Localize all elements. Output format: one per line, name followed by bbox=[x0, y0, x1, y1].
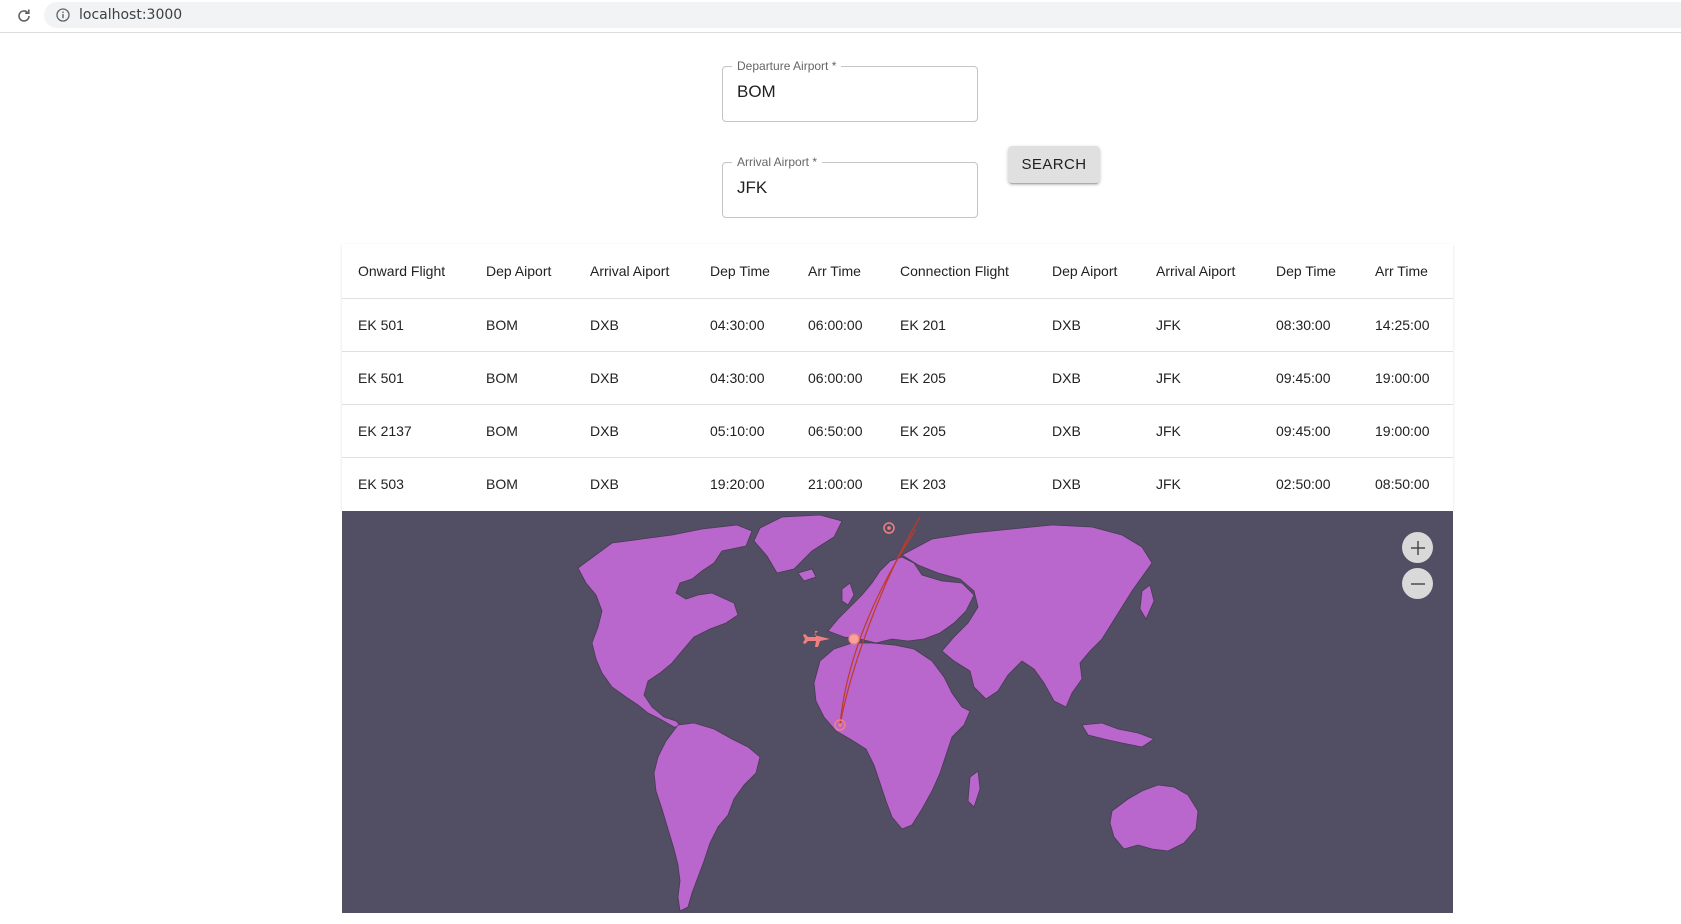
indonesia bbox=[1081, 722, 1155, 748]
table-cell: JFK bbox=[1140, 298, 1260, 352]
table-cell: BOM bbox=[470, 404, 574, 458]
airplane-icon bbox=[803, 631, 830, 647]
table-cell: EK 503 bbox=[358, 476, 404, 492]
address-bar[interactable]: localhost:3000 bbox=[44, 2, 1681, 28]
table-row[interactable]: EK 2137 BOM DXB 05:10:00 06:50:00 EK 205… bbox=[342, 404, 1453, 458]
world-map[interactable] bbox=[342, 511, 1453, 913]
header-connection-flight: Connection Flight bbox=[884, 244, 1036, 299]
madagascar bbox=[967, 770, 981, 808]
zoom-out-button[interactable] bbox=[1402, 568, 1433, 599]
united-kingdom bbox=[841, 582, 855, 606]
south-america bbox=[653, 722, 761, 912]
table-cell: 06:50:00 bbox=[792, 404, 884, 458]
africa bbox=[813, 642, 971, 830]
airport-marker[interactable] bbox=[848, 633, 860, 645]
departure-airport-field[interactable]: Departure Airport * bbox=[722, 59, 978, 122]
departure-airport-label: Departure Airport * bbox=[732, 59, 842, 73]
header-connection-dep-airport: Dep Aiport bbox=[1036, 244, 1140, 299]
table-cell: DXB bbox=[1036, 351, 1140, 405]
table-cell: DXB bbox=[574, 351, 694, 405]
japan bbox=[1139, 584, 1155, 620]
table-cell: 19:20:00 bbox=[710, 476, 765, 492]
table-cell: 09:45:00 bbox=[1260, 351, 1359, 405]
arrival-airport-label: Arrival Airport * bbox=[732, 155, 823, 169]
table-cell: DXB bbox=[574, 298, 694, 352]
airport-marker[interactable] bbox=[883, 522, 895, 534]
table-cell: BOM bbox=[470, 351, 574, 405]
table-header-row: Onward Flight Dep Aiport Arrival Aiport … bbox=[342, 244, 1453, 299]
iceland bbox=[797, 568, 817, 582]
table-cell: 02:50:00 bbox=[1276, 476, 1331, 492]
table-cell: EK 501 bbox=[342, 351, 470, 405]
header-dep-airport: Dep Aiport bbox=[470, 244, 574, 299]
table-cell: 08:30:00 bbox=[1260, 298, 1359, 352]
browser-toolbar: localhost:3000 bbox=[0, 0, 1681, 33]
table-cell: 06:00:00 bbox=[792, 351, 884, 405]
departure-airport-input[interactable] bbox=[737, 82, 957, 102]
flights-table: Onward Flight Dep Aiport Arrival Aiport … bbox=[342, 244, 1453, 510]
table-cell: 04:30:00 bbox=[694, 351, 792, 405]
header-connection-dep-time: Dep Time bbox=[1260, 244, 1359, 299]
table-cell: JFK bbox=[1156, 476, 1181, 492]
flights-table-container: Onward Flight Dep Aiport Arrival Aiport … bbox=[342, 244, 1453, 511]
world-map-svg bbox=[577, 514, 1199, 912]
australia bbox=[1109, 784, 1199, 852]
table-cell: 06:00:00 bbox=[792, 298, 884, 352]
table-cell: DXB bbox=[1052, 476, 1081, 492]
land-masses bbox=[577, 514, 1199, 912]
arrival-airport-input[interactable] bbox=[737, 178, 957, 198]
table-cell: 19:00:00 bbox=[1359, 404, 1453, 458]
table-cell: JFK bbox=[1140, 351, 1260, 405]
table-cell: 04:30:00 bbox=[694, 298, 792, 352]
reload-icon bbox=[18, 9, 30, 22]
zoom-in-button[interactable] bbox=[1402, 532, 1433, 563]
header-onward-flight: Onward Flight bbox=[342, 244, 470, 299]
plus-icon bbox=[1410, 540, 1425, 555]
arrival-airport-field[interactable]: Arrival Airport * bbox=[722, 155, 978, 218]
table-cell: 21:00:00 bbox=[808, 476, 863, 492]
table-row[interactable]: EK 503 BOM DXB 19:20:00 21:00:00 EK 203 … bbox=[342, 458, 1453, 511]
table-cell: EK 203 bbox=[900, 476, 946, 492]
reload-button[interactable] bbox=[13, 5, 35, 27]
table-cell: JFK bbox=[1140, 404, 1260, 458]
header-connection-arr-time: Arr Time bbox=[1359, 244, 1453, 299]
table-cell: DXB bbox=[574, 404, 694, 458]
greenland bbox=[753, 514, 843, 574]
header-connection-arrival-airport: Arrival Aiport bbox=[1140, 244, 1260, 299]
search-button[interactable]: SEARCH bbox=[1008, 146, 1100, 183]
table-cell: EK 205 bbox=[884, 404, 1036, 458]
table-cell: 08:50:00 bbox=[1375, 476, 1430, 492]
table-cell: BOM bbox=[470, 298, 574, 352]
header-dep-time: Dep Time bbox=[694, 244, 792, 299]
north-america bbox=[577, 524, 753, 728]
info-icon[interactable] bbox=[56, 8, 70, 22]
table-row[interactable]: EK 501 BOM DXB 04:30:00 06:00:00 EK 201 … bbox=[342, 298, 1453, 352]
header-arr-time: Arr Time bbox=[792, 244, 884, 299]
table-row[interactable]: EK 501 BOM DXB 04:30:00 06:00:00 EK 205 … bbox=[342, 351, 1453, 405]
table-cell: DXB bbox=[1036, 298, 1140, 352]
table-cell: DXB bbox=[1036, 404, 1140, 458]
table-cell: EK 501 bbox=[342, 298, 470, 352]
table-cell: EK 205 bbox=[884, 351, 1036, 405]
header-arrival-airport: Arrival Aiport bbox=[574, 244, 694, 299]
table-cell: DXB bbox=[590, 476, 619, 492]
table-cell: EK 201 bbox=[884, 298, 1036, 352]
minus-icon bbox=[1410, 582, 1425, 585]
url-text: localhost:3000 bbox=[79, 7, 183, 23]
table-cell: 14:25:00 bbox=[1359, 298, 1453, 352]
table-cell: EK 2137 bbox=[342, 404, 470, 458]
table-cell: BOM bbox=[486, 476, 518, 492]
table-cell: 05:10:00 bbox=[694, 404, 792, 458]
table-cell: 09:45:00 bbox=[1260, 404, 1359, 458]
table-cell: 19:00:00 bbox=[1359, 351, 1453, 405]
